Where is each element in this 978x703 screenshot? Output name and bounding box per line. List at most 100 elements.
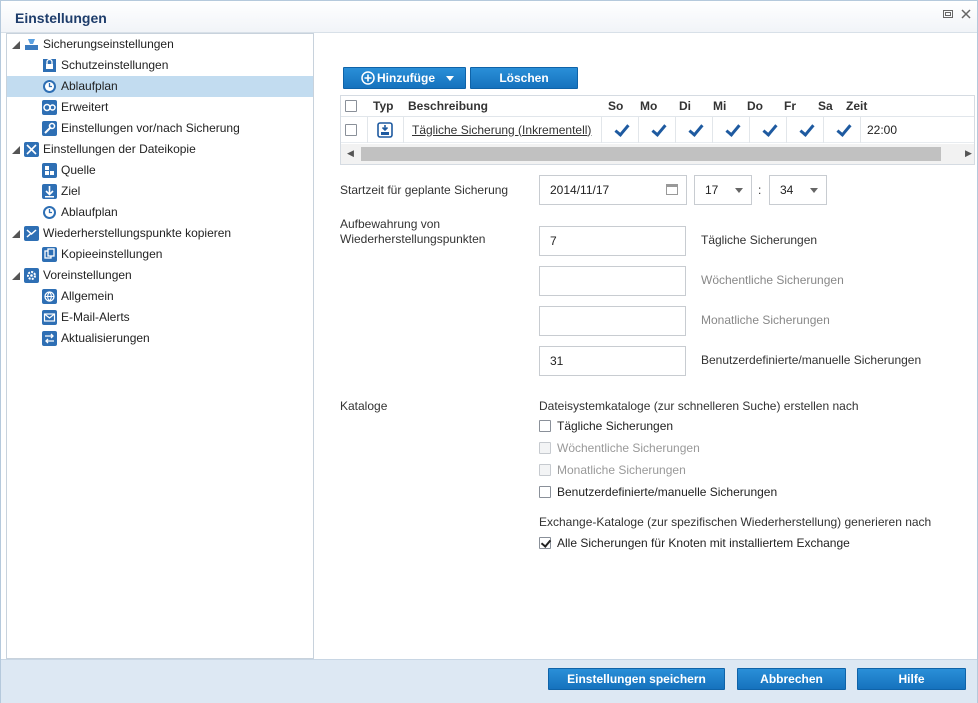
monthly-retention-input[interactable]: [539, 306, 686, 336]
preferences-icon: [24, 268, 39, 283]
dropdown-arrow-icon[interactable]: [446, 76, 454, 81]
file-copy-icon: [24, 142, 39, 157]
wrench-icon: [42, 121, 57, 136]
tree-item-einstellungen-der-dateikopie[interactable]: Einstellungen der Dateikopie: [7, 139, 313, 160]
retention-label: Aufbewahrung von Wiederherstellungspunkt…: [340, 217, 486, 246]
header-type: Typ: [373, 99, 394, 113]
exchange-catalog-label: Alle Sicherungen für Knoten mit installi…: [557, 536, 850, 550]
tree-item-sicherungseinstellungen[interactable]: Sicherungseinstellungen: [7, 34, 313, 55]
tree-item-label: Aktualisierungen: [61, 331, 150, 345]
tree-item-kopieeinstellungen[interactable]: Kopieeinstellungen: [7, 244, 313, 265]
fs-catalog-custom-checkbox[interactable]: [539, 486, 551, 498]
row-checkbox[interactable]: [345, 117, 357, 142]
day-check-mi: [725, 117, 739, 142]
exchange-catalog-checkbox[interactable]: [539, 537, 551, 549]
incremental-backup-icon: [377, 117, 393, 142]
fs-catalog-daily-checkbox[interactable]: [539, 420, 551, 432]
tree-item-label: Ziel: [61, 184, 81, 198]
cancel-button[interactable]: Abbrechen: [737, 668, 846, 690]
start-date-value: 2014/11/17: [550, 183, 610, 197]
daily-retention-label: Tägliche Sicherungen: [701, 233, 818, 247]
help-label: Hilfe: [898, 672, 925, 686]
start-hour-select[interactable]: 17: [694, 175, 752, 205]
updates-icon: [42, 331, 57, 346]
tree-item-voreinstellungen[interactable]: Voreinstellungen: [7, 265, 313, 286]
tree-item-label: Ablaufplan: [61, 79, 118, 93]
save-settings-button[interactable]: Einstellungen speichern: [548, 668, 725, 690]
source-icon: [42, 163, 57, 178]
general-icon: [42, 289, 57, 304]
fs-catalog-monthly-checkbox[interactable]: [539, 464, 551, 476]
tree-item-ziel[interactable]: Ziel: [7, 181, 313, 202]
start-minute-value: 34: [780, 183, 794, 197]
start-minute-select[interactable]: 34: [769, 175, 827, 205]
daily-retention-input[interactable]: 7: [539, 226, 686, 256]
fs-catalog-weekly-checkbox[interactable]: [539, 442, 551, 454]
exchange-catalog-heading: Exchange-Kataloge (zur spezifischen Wied…: [539, 515, 932, 529]
collapse-icon[interactable]: [12, 272, 20, 280]
calendar-icon[interactable]: [666, 184, 678, 195]
select-all-checkbox[interactable]: [345, 96, 357, 116]
custom-retention-input[interactable]: 31: [539, 346, 686, 376]
chevron-down-icon: [735, 188, 743, 193]
horizontal-scrollbar[interactable]: ◀ ▶: [341, 144, 974, 164]
catalogs-label: Kataloge: [340, 399, 388, 413]
fs-catalog-custom-option[interactable]: Benutzerdefinierte/manuelle Sicherungen: [539, 484, 777, 500]
add-button[interactable]: Hinzufüge: [343, 67, 466, 89]
tree-item-schutzeinstellungen[interactable]: Schutzeinstellungen: [7, 55, 313, 76]
fs-catalog-monthly-label: Monatliche Sicherungen: [557, 463, 686, 477]
fs-catalog-monthly-option[interactable]: Monatliche Sicherungen: [539, 462, 686, 478]
cancel-label: Abbrechen: [760, 672, 823, 686]
help-button[interactable]: Hilfe: [857, 668, 966, 690]
scrollbar-thumb[interactable]: [361, 147, 941, 161]
custom-retention-label: Benutzerdefinierte/manuelle Sicherungen: [701, 353, 922, 367]
fs-catalog-heading: Dateisystemkataloge (zur schnelleren Suc…: [539, 399, 859, 413]
tree-item-e-mail-alerts[interactable]: E-Mail-Alerts: [7, 307, 313, 328]
destination-icon: [42, 184, 57, 199]
tree-item-allgemein[interactable]: Allgemein: [7, 286, 313, 307]
restore-icon[interactable]: [941, 8, 955, 22]
start-date-field[interactable]: 2014/11/17: [539, 175, 687, 205]
scroll-right-icon[interactable]: ▶: [965, 148, 972, 159]
fs-catalog-daily-option[interactable]: Tägliche Sicherungen: [539, 418, 673, 434]
tree-item-quelle[interactable]: Quelle: [7, 160, 313, 181]
tree-item-einstellungen-vor-nach-sicherung[interactable]: Einstellungen vor/nach Sicherung: [7, 118, 313, 139]
day-check-do: [762, 117, 776, 142]
exchange-catalog-option[interactable]: Alle Sicherungen für Knoten mit installi…: [539, 535, 850, 551]
tree-item-ablaufplan[interactable]: Ablaufplan: [7, 76, 313, 97]
copy-recovery-points-icon: [24, 226, 39, 241]
tree-item-ablaufplan-dateikopie[interactable]: Ablaufplan: [7, 202, 313, 223]
collapse-icon[interactable]: [12, 230, 20, 238]
add-button-label: Hinzufüge: [377, 71, 435, 85]
schedule-description-link[interactable]: Tägliche Sicherung (Inkrementell): [412, 117, 591, 142]
scroll-left-icon[interactable]: ◀: [347, 148, 354, 159]
header-day-so: So: [608, 99, 624, 113]
save-settings-label: Einstellungen speichern: [567, 672, 706, 686]
monthly-retention-label: Monatliche Sicherungen: [701, 313, 830, 327]
copy-settings-icon: [42, 247, 57, 262]
collapse-icon[interactable]: [12, 41, 20, 49]
weekly-retention-input[interactable]: [539, 266, 686, 296]
email-icon: [42, 310, 57, 325]
tree-item-erweitert[interactable]: Erweitert: [7, 97, 313, 118]
advanced-icon: [42, 100, 57, 115]
tree-item-label: Sicherungseinstellungen: [43, 37, 174, 51]
start-hour-value: 17: [705, 183, 719, 197]
settings-tree: Sicherungseinstellungen Schutzeinstellun…: [6, 33, 314, 659]
table-row[interactable]: Tägliche Sicherung (Inkrementell) 22:00: [341, 117, 974, 143]
delete-button[interactable]: Löschen: [470, 67, 578, 89]
fs-catalog-custom-label: Benutzerdefinierte/manuelle Sicherungen: [557, 485, 778, 499]
tree-item-label: Schutzeinstellungen: [61, 58, 169, 72]
collapse-icon[interactable]: [12, 146, 20, 154]
tree-item-wiederherstellungspunkte-kopieren[interactable]: Wiederherstellungspunkte kopieren: [7, 223, 313, 244]
header-day-sa: Sa: [818, 99, 833, 113]
schedule-icon: [42, 205, 57, 220]
header-day-mo: Mo: [640, 99, 658, 113]
tree-item-aktualisierungen[interactable]: Aktualisierungen: [7, 328, 313, 349]
header-day-di: Di: [679, 99, 691, 113]
fs-catalog-weekly-option[interactable]: Wöchentliche Sicherungen: [539, 440, 700, 456]
fs-catalog-daily-label: Tägliche Sicherungen: [557, 419, 674, 433]
day-check-fr: [799, 117, 813, 142]
day-check-sa: [836, 117, 850, 142]
close-icon[interactable]: [959, 8, 973, 22]
